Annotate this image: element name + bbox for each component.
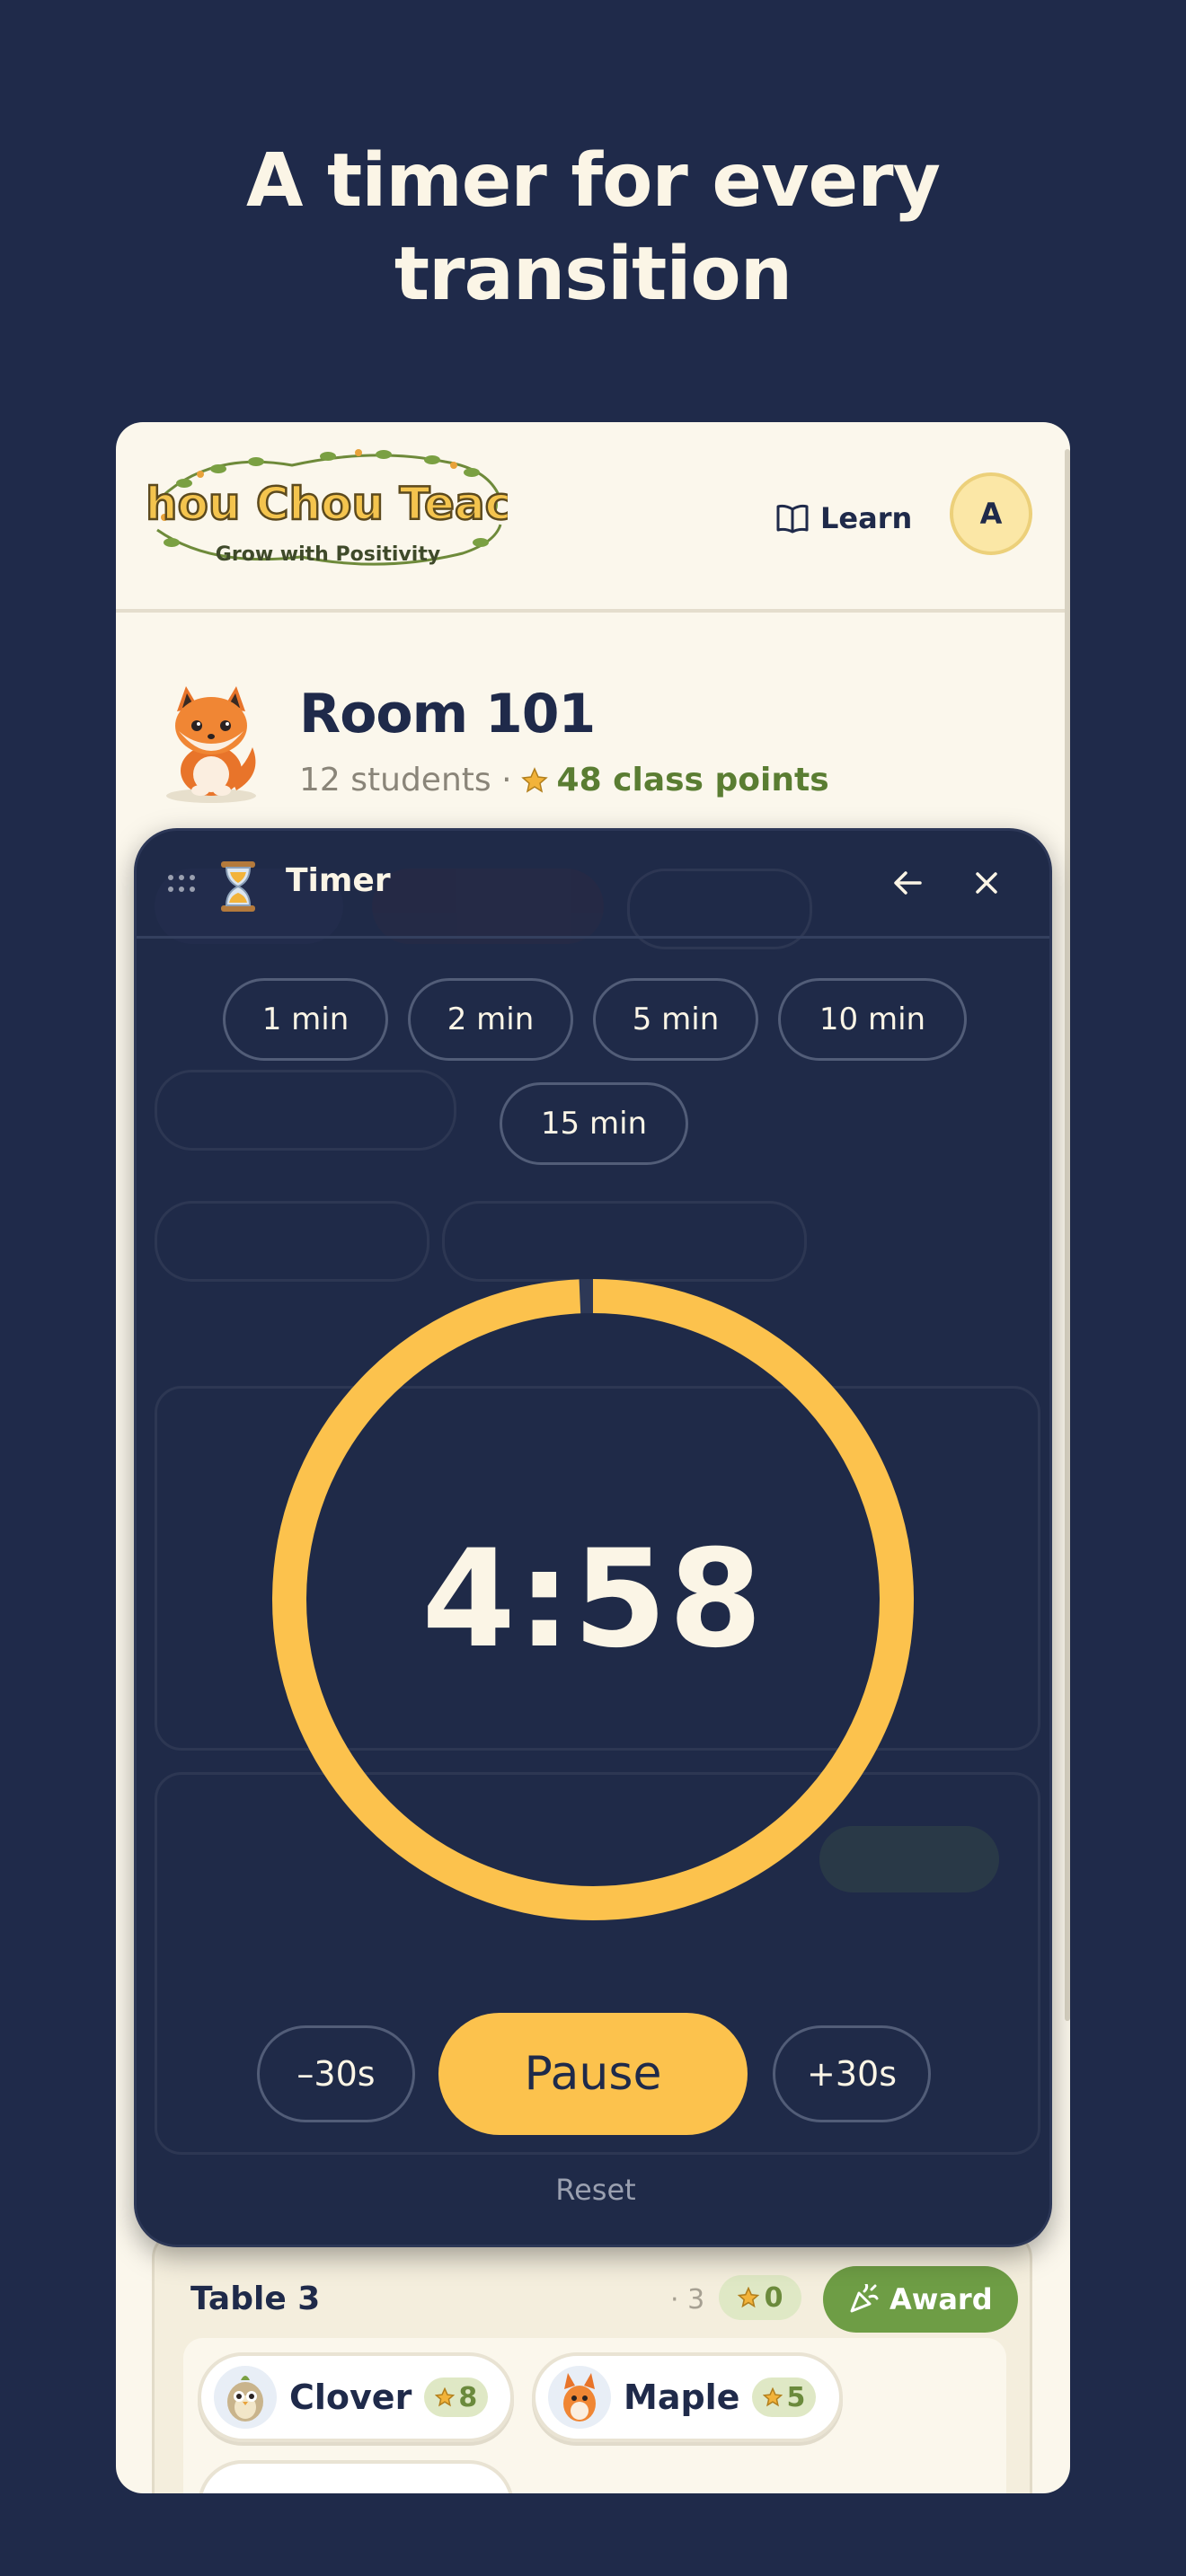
table-card-3: Table 3 · 3 0 Award Clover 8 Maple 5 [152, 2231, 1032, 2493]
preset-15-min[interactable]: 15 min [500, 1082, 688, 1165]
hourglass-icon [221, 861, 255, 912]
student-points-badge: 5 [752, 2378, 817, 2417]
student-chip-maple[interactable]: Maple 5 [532, 2352, 843, 2442]
preset-1-min[interactable]: 1 min [223, 978, 388, 1061]
award-button[interactable]: Award [823, 2266, 1018, 2333]
student-name: Clover [289, 2378, 412, 2417]
avatar[interactable]: A [950, 472, 1032, 555]
table-stars: 0 [764, 2281, 783, 2314]
student-name: Maple [624, 2378, 740, 2417]
table-name: Table 3 [190, 2280, 321, 2317]
timer-time-display: 4:58 [421, 1522, 765, 1678]
student-count: 12 students · [299, 762, 512, 798]
timer-title: Timer [286, 862, 391, 899]
room-title: Room 101 [299, 683, 596, 745]
headline-line-1: A timer for every [246, 138, 941, 224]
student-points: 5 [786, 2381, 806, 2413]
preset-5-min[interactable]: 5 min [593, 978, 758, 1061]
fox-avatar-icon [548, 2366, 611, 2429]
table-students-panel: Clover 8 Maple 5 [183, 2338, 1006, 2493]
minus-30s-button[interactable]: –30s [257, 2025, 415, 2122]
student-points: 8 [458, 2381, 478, 2413]
close-icon[interactable] [969, 865, 1005, 901]
timer-panel: Timer 1 min 2 min 5 min 10 min 15 min 4:… [134, 828, 1052, 2247]
party-popper-icon [850, 2284, 879, 2313]
star-icon [763, 2387, 783, 2407]
scrollbar[interactable] [1065, 449, 1070, 2021]
app-logo[interactable]: Chou Chou Teach Grow with Positivity [148, 442, 508, 582]
star-icon [435, 2387, 456, 2407]
learn-button[interactable]: Learn [775, 496, 912, 541]
preset-2-min[interactable]: 2 min [408, 978, 573, 1061]
preset-10-min[interactable]: 10 min [778, 978, 967, 1061]
owl-avatar-icon [214, 2366, 277, 2429]
logo-title: Chou Chou Teach [148, 478, 508, 530]
pause-button[interactable]: Pause [438, 2013, 748, 2135]
logo-tagline: Grow with Positivity [216, 543, 440, 566]
star-icon [520, 766, 548, 793]
timer-header: Timer [137, 831, 1049, 939]
avatar-initial: A [979, 497, 1003, 531]
star-icon [737, 2287, 759, 2308]
learn-label: Learn [820, 501, 913, 535]
drag-handle-icon[interactable] [167, 874, 196, 894]
headline-line-2: transition [394, 232, 792, 317]
back-arrow-icon[interactable] [890, 865, 925, 901]
student-points-badge: 8 [424, 2378, 489, 2417]
award-label: Award [890, 2282, 993, 2316]
table-star-badge: 0 [719, 2275, 801, 2320]
headline: A timer for every transition [0, 135, 1186, 322]
fox-mascot-icon [166, 686, 256, 803]
book-icon [776, 504, 809, 534]
student-chip-clover[interactable]: Clover 8 [198, 2352, 514, 2442]
plus-30s-button[interactable]: +30s [773, 2025, 931, 2122]
student-chip-partial[interactable] [198, 2460, 514, 2493]
class-points: 48 class points [556, 762, 829, 798]
table-student-count: · 3 [670, 2284, 705, 2316]
app-header: Chou Chou Teach Grow with Positivity Lea… [116, 422, 1070, 613]
reset-button[interactable]: Reset [137, 2173, 1049, 2207]
app-screen: Chou Chou Teach Grow with Positivity Lea… [116, 422, 1070, 2493]
room-subtitle: 12 students · 48 class points [299, 762, 829, 798]
